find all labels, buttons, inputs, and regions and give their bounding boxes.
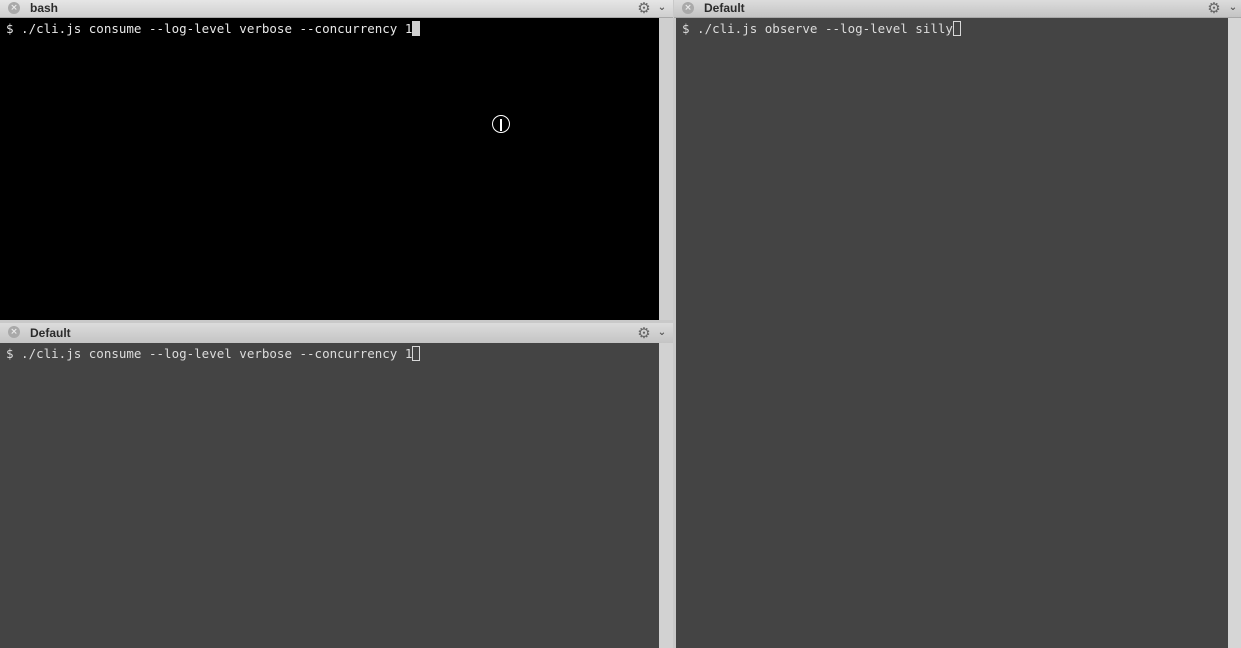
gear-icon[interactable]: ⚙ [636,325,652,341]
chevron-down-icon[interactable]: ⌄ [1228,0,1238,16]
terminal-command-line: $ ./cli.js consume --log-level verbose -… [6,346,413,361]
terminal-area[interactable]: $ ./cli.js consume --log-level verbose -… [0,18,659,320]
pane-title: bash [30,1,59,15]
terminal-area[interactable]: $ ./cli.js consume --log-level verbose -… [0,343,659,648]
pane-bash[interactable]: × bash ⚙ ⌄ $ ./cli.js consume --log-leve… [0,0,673,320]
pane-title: Default [704,1,745,15]
scrollbar-track[interactable] [1228,18,1241,648]
text-cursor [412,21,421,36]
terminal-command-line: $ ./cli.js observe --log-level silly [682,21,953,36]
close-icon[interactable]: × [8,2,20,14]
close-icon[interactable]: × [682,2,694,14]
terminal-command-line: $ ./cli.js consume --log-level verbose -… [6,21,413,36]
gear-icon[interactable]: ⚙ [636,0,652,16]
close-icon[interactable]: × [8,326,20,338]
pane-titlebar[interactable]: × bash ⚙ ⌄ [0,0,673,18]
pane-titlebar[interactable]: × Default ⚙ ⌄ [0,323,673,344]
pane-default-bottom-left[interactable]: × Default ⚙ ⌄ $ ./cli.js consume --log-l… [0,322,673,648]
terminal-area[interactable]: $ ./cli.js observe --log-level silly [676,18,1228,648]
chevron-down-icon[interactable]: ⌄ [657,325,667,341]
pane-titlebar[interactable]: × Default ⚙ ⌄ [674,0,1241,18]
pane-default-right[interactable]: × Default ⚙ ⌄ $ ./cli.js observe --log-l… [674,0,1241,648]
pane-title: Default [30,326,71,340]
chevron-down-icon[interactable]: ⌄ [657,0,667,16]
ibeam-cursor-icon [492,115,510,133]
scrollbar-track[interactable] [659,343,673,648]
scrollbar-track[interactable] [659,18,673,320]
text-cursor [952,21,961,36]
gear-icon[interactable]: ⚙ [1206,0,1222,16]
text-cursor [412,346,421,361]
